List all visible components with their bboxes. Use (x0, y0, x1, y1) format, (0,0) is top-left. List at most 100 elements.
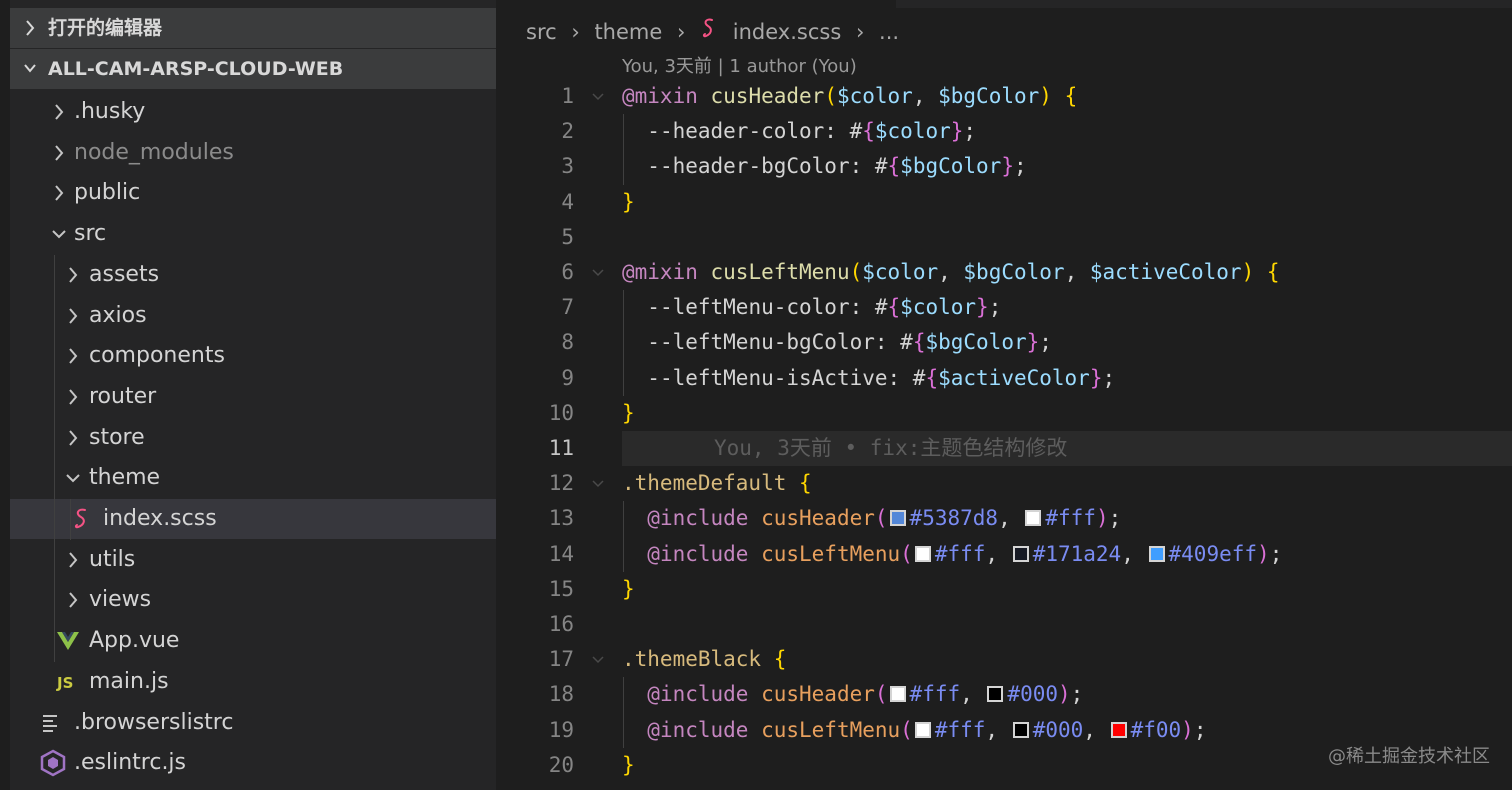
line-number: 15 (548, 576, 574, 601)
code-text: --leftMenu-bgColor: #{$bgColor}; (647, 330, 1052, 355)
tree-item-label: src (74, 221, 107, 247)
tree-item-axios[interactable]: axios (10, 296, 496, 336)
code-text: @include cusHeader(#fff, #000); (647, 682, 1084, 707)
tree-item-eslintrc-js[interactable]: .eslintrc.js (10, 743, 496, 783)
line-number: 19 (548, 717, 574, 742)
color-swatch[interactable] (1012, 721, 1029, 738)
line-number: 10 (548, 400, 574, 425)
tree-item-label: main.js (89, 668, 169, 694)
tree-item-views[interactable]: views (10, 580, 496, 620)
breadcrumb-theme[interactable]: theme (594, 15, 662, 49)
code-line[interactable]: 7 --leftMenu-color: #{$color}; (496, 290, 1512, 326)
code-line[interactable]: 2 --header-color: #{$color}; (496, 114, 1512, 150)
line-number: 18 (548, 682, 574, 707)
tree-item-label: views (89, 587, 152, 613)
code-line[interactable]: 9 --leftMenu-isActive: #{$activeColor}; (496, 360, 1512, 396)
code-text: @mixin cusHeader($color, $bgColor) { (622, 84, 1078, 108)
code-line[interactable]: 13 @include cusHeader(#5387d8, #fff); (496, 501, 1512, 537)
line-number: 14 (548, 541, 574, 566)
chevron-right-icon: › (676, 20, 686, 44)
indent-guide (623, 290, 624, 326)
tree-item-label: router (89, 383, 157, 409)
code-line[interactable]: 18 @include cusHeader(#fff, #000); (496, 677, 1512, 713)
tree-item-public[interactable]: public (10, 173, 496, 213)
code-line[interactable]: 14 @include cusLeftMenu(#fff, #171a24, #… (496, 536, 1512, 572)
code-text: @include cusLeftMenu(#fff, #171a24, #409… (647, 541, 1283, 566)
line-number: 11 (548, 436, 574, 460)
color-swatch[interactable] (1012, 545, 1029, 562)
tree-item-app-vue[interactable]: App.vue (10, 621, 496, 661)
code-text: } (622, 752, 635, 777)
code-line[interactable]: 8 --leftMenu-bgColor: #{$bgColor}; (496, 325, 1512, 361)
line-number: 7 (561, 295, 574, 320)
indent-guide (623, 712, 624, 748)
tree-item-label: public (74, 180, 141, 206)
tree-item-utils[interactable]: utils (10, 540, 496, 580)
project-section[interactable]: ALL-CAM-ARSP-CLOUD-WEB (10, 49, 496, 89)
breadcrumb: src › theme › index.scss › ... (526, 14, 899, 48)
line-number: 2 (561, 119, 574, 144)
code-text: --leftMenu-color: #{$color}; (647, 295, 1002, 320)
code-line[interactable]: 5 (496, 220, 1512, 255)
tree-item-node-modules[interactable]: node_modules (10, 133, 496, 173)
tree-item-components[interactable]: components (10, 336, 496, 376)
code-text: @include cusHeader(#5387d8, #fff); (647, 506, 1122, 531)
line-number: 8 (561, 330, 574, 355)
color-swatch[interactable] (889, 686, 906, 703)
watermark: @稀土掘金技术社区 (1328, 746, 1490, 767)
code-line[interactable]: 12 .themeDefault { (496, 466, 1512, 501)
code-line[interactable]: 17 .themeBlack { (496, 642, 1512, 677)
tree-item-index-scss[interactable]: index.scss (10, 499, 496, 539)
explorer-sidebar: 打开的编辑器 ALL-CAM-ARSP-CLOUD-WEB .husky node… (0, 0, 496, 790)
color-swatch[interactable] (987, 686, 1004, 703)
tree-item-router[interactable]: router (10, 377, 496, 417)
tree-item-browserslistrc[interactable]: .browserslistrc (10, 703, 496, 743)
code-editor[interactable]: src › theme › index.scss › ... You, 3天前 … (496, 0, 1512, 790)
line-number: 1 (561, 84, 574, 108)
breadcrumb-more[interactable]: ... (879, 15, 899, 49)
code-text: @mixin cusLeftMenu($color, $bgColor, $ac… (622, 260, 1280, 284)
color-swatch[interactable] (1025, 510, 1042, 527)
indent-guide (623, 325, 624, 361)
code-line[interactable]: 6 @mixin cusLeftMenu($color, $bgColor, $a… (496, 255, 1512, 290)
indent-guide (623, 677, 624, 713)
breadcrumb-src[interactable]: src (526, 15, 557, 49)
line-number: 20 (548, 752, 574, 777)
code-line[interactable]: 15} (496, 572, 1512, 607)
color-swatch[interactable] (1148, 545, 1165, 562)
color-swatch[interactable] (889, 510, 906, 527)
line-number: 5 (561, 224, 574, 249)
open-editors-section[interactable]: 打开的编辑器 (10, 8, 496, 48)
tree-item-husky[interactable]: .husky (10, 92, 496, 132)
code-text: @include cusLeftMenu(#fff, #000, #f00); (647, 717, 1207, 742)
codelens-authors[interactable]: You, 3天前 | 1 author (You) (622, 52, 857, 78)
tree-item-src[interactable]: src (10, 214, 496, 254)
code-line[interactable]: 16 (496, 607, 1512, 642)
breadcrumb-file[interactable]: index.scss (733, 15, 842, 49)
code-line[interactable]: 3 --header-bgColor: #{$bgColor}; (496, 149, 1512, 185)
line-number: 16 (548, 612, 574, 636)
tree-item-theme[interactable]: theme (10, 458, 496, 498)
line-number: 3 (561, 154, 574, 179)
tree-item-label: components (89, 343, 225, 369)
code-line[interactable]: 10} (496, 396, 1512, 431)
tree-item-assets[interactable]: assets (10, 255, 496, 295)
color-swatch[interactable] (914, 545, 931, 562)
code-text: } (622, 576, 635, 601)
tree-item-label: App.vue (89, 628, 180, 654)
color-swatch[interactable] (1110, 721, 1127, 738)
code-line[interactable]: 1 @mixin cusHeader($color, $bgColor) { (496, 79, 1512, 114)
tree-item-label: utils (89, 546, 136, 572)
tree-item-label: axios (89, 302, 147, 328)
git-blame-annotation: You, 3天前 • fix:主题色结构修改 (714, 436, 1068, 460)
line-number: 17 (548, 647, 574, 672)
tree-item-main-js[interactable]: JS main.js (10, 662, 496, 702)
project-label: ALL-CAM-ARSP-CLOUD-WEB (48, 58, 344, 80)
tree-item-store[interactable]: store (10, 418, 496, 458)
color-swatch[interactable] (914, 721, 931, 738)
code-text: } (622, 189, 635, 214)
indent-guide (623, 360, 624, 396)
code-line[interactable]: 11 You, 3天前 • fix:主题色结构修改 (496, 431, 1512, 466)
code-line[interactable]: 4} (496, 185, 1512, 220)
tree-item-label: .browserslistrc (74, 709, 234, 735)
